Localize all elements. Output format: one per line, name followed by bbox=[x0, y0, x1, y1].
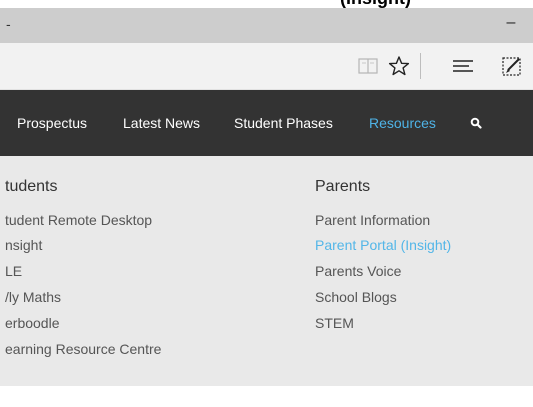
students-link-kerboodle[interactable]: erboodle bbox=[5, 315, 60, 331]
students-heading: tudents bbox=[5, 178, 58, 195]
reading-view-icon[interactable] bbox=[357, 55, 379, 77]
site-navbar: Prospectus Latest News Student Phases Re… bbox=[0, 90, 533, 156]
parents-link-school-blogs[interactable]: School Blogs bbox=[315, 289, 397, 305]
students-link-vle[interactable]: LE bbox=[5, 263, 22, 279]
nav-prospectus[interactable]: Prospectus bbox=[17, 90, 87, 156]
parents-link-parents-voice[interactable]: Parents Voice bbox=[315, 263, 401, 279]
toolbar-separator bbox=[420, 53, 421, 79]
hub-icon[interactable] bbox=[451, 55, 475, 77]
top-strip: (Insight) bbox=[0, 0, 533, 8]
parents-link-stem[interactable]: STEM bbox=[315, 315, 354, 331]
nav-student-phases[interactable]: Student Phases bbox=[234, 90, 333, 156]
favorites-star-icon[interactable] bbox=[387, 55, 411, 77]
titlebar-left-glyph: - bbox=[6, 16, 11, 32]
browser-toolbar bbox=[0, 43, 533, 90]
parents-heading: Parents bbox=[315, 178, 371, 195]
students-link-my-maths[interactable]: /ly Maths bbox=[5, 289, 61, 305]
students-link-remote-desktop[interactable]: tudent Remote Desktop bbox=[5, 212, 152, 228]
minimize-button[interactable]: – bbox=[501, 14, 521, 32]
students-link-insight[interactable]: nsight bbox=[5, 237, 42, 253]
nav-latest-news[interactable]: Latest News bbox=[123, 90, 200, 156]
bottom-strip bbox=[0, 386, 533, 407]
top-strip-text: (Insight) bbox=[340, 0, 411, 8]
search-icon[interactable] bbox=[470, 90, 482, 156]
web-note-icon[interactable] bbox=[500, 55, 524, 77]
nav-resources[interactable]: Resources bbox=[369, 90, 436, 156]
browser-titlebar: - – bbox=[0, 8, 533, 43]
parents-link-parent-information[interactable]: Parent Information bbox=[315, 212, 430, 228]
students-link-learning-resource-centre[interactable]: earning Resource Centre bbox=[5, 341, 161, 357]
parents-link-parent-portal[interactable]: Parent Portal (Insight) bbox=[315, 237, 451, 253]
